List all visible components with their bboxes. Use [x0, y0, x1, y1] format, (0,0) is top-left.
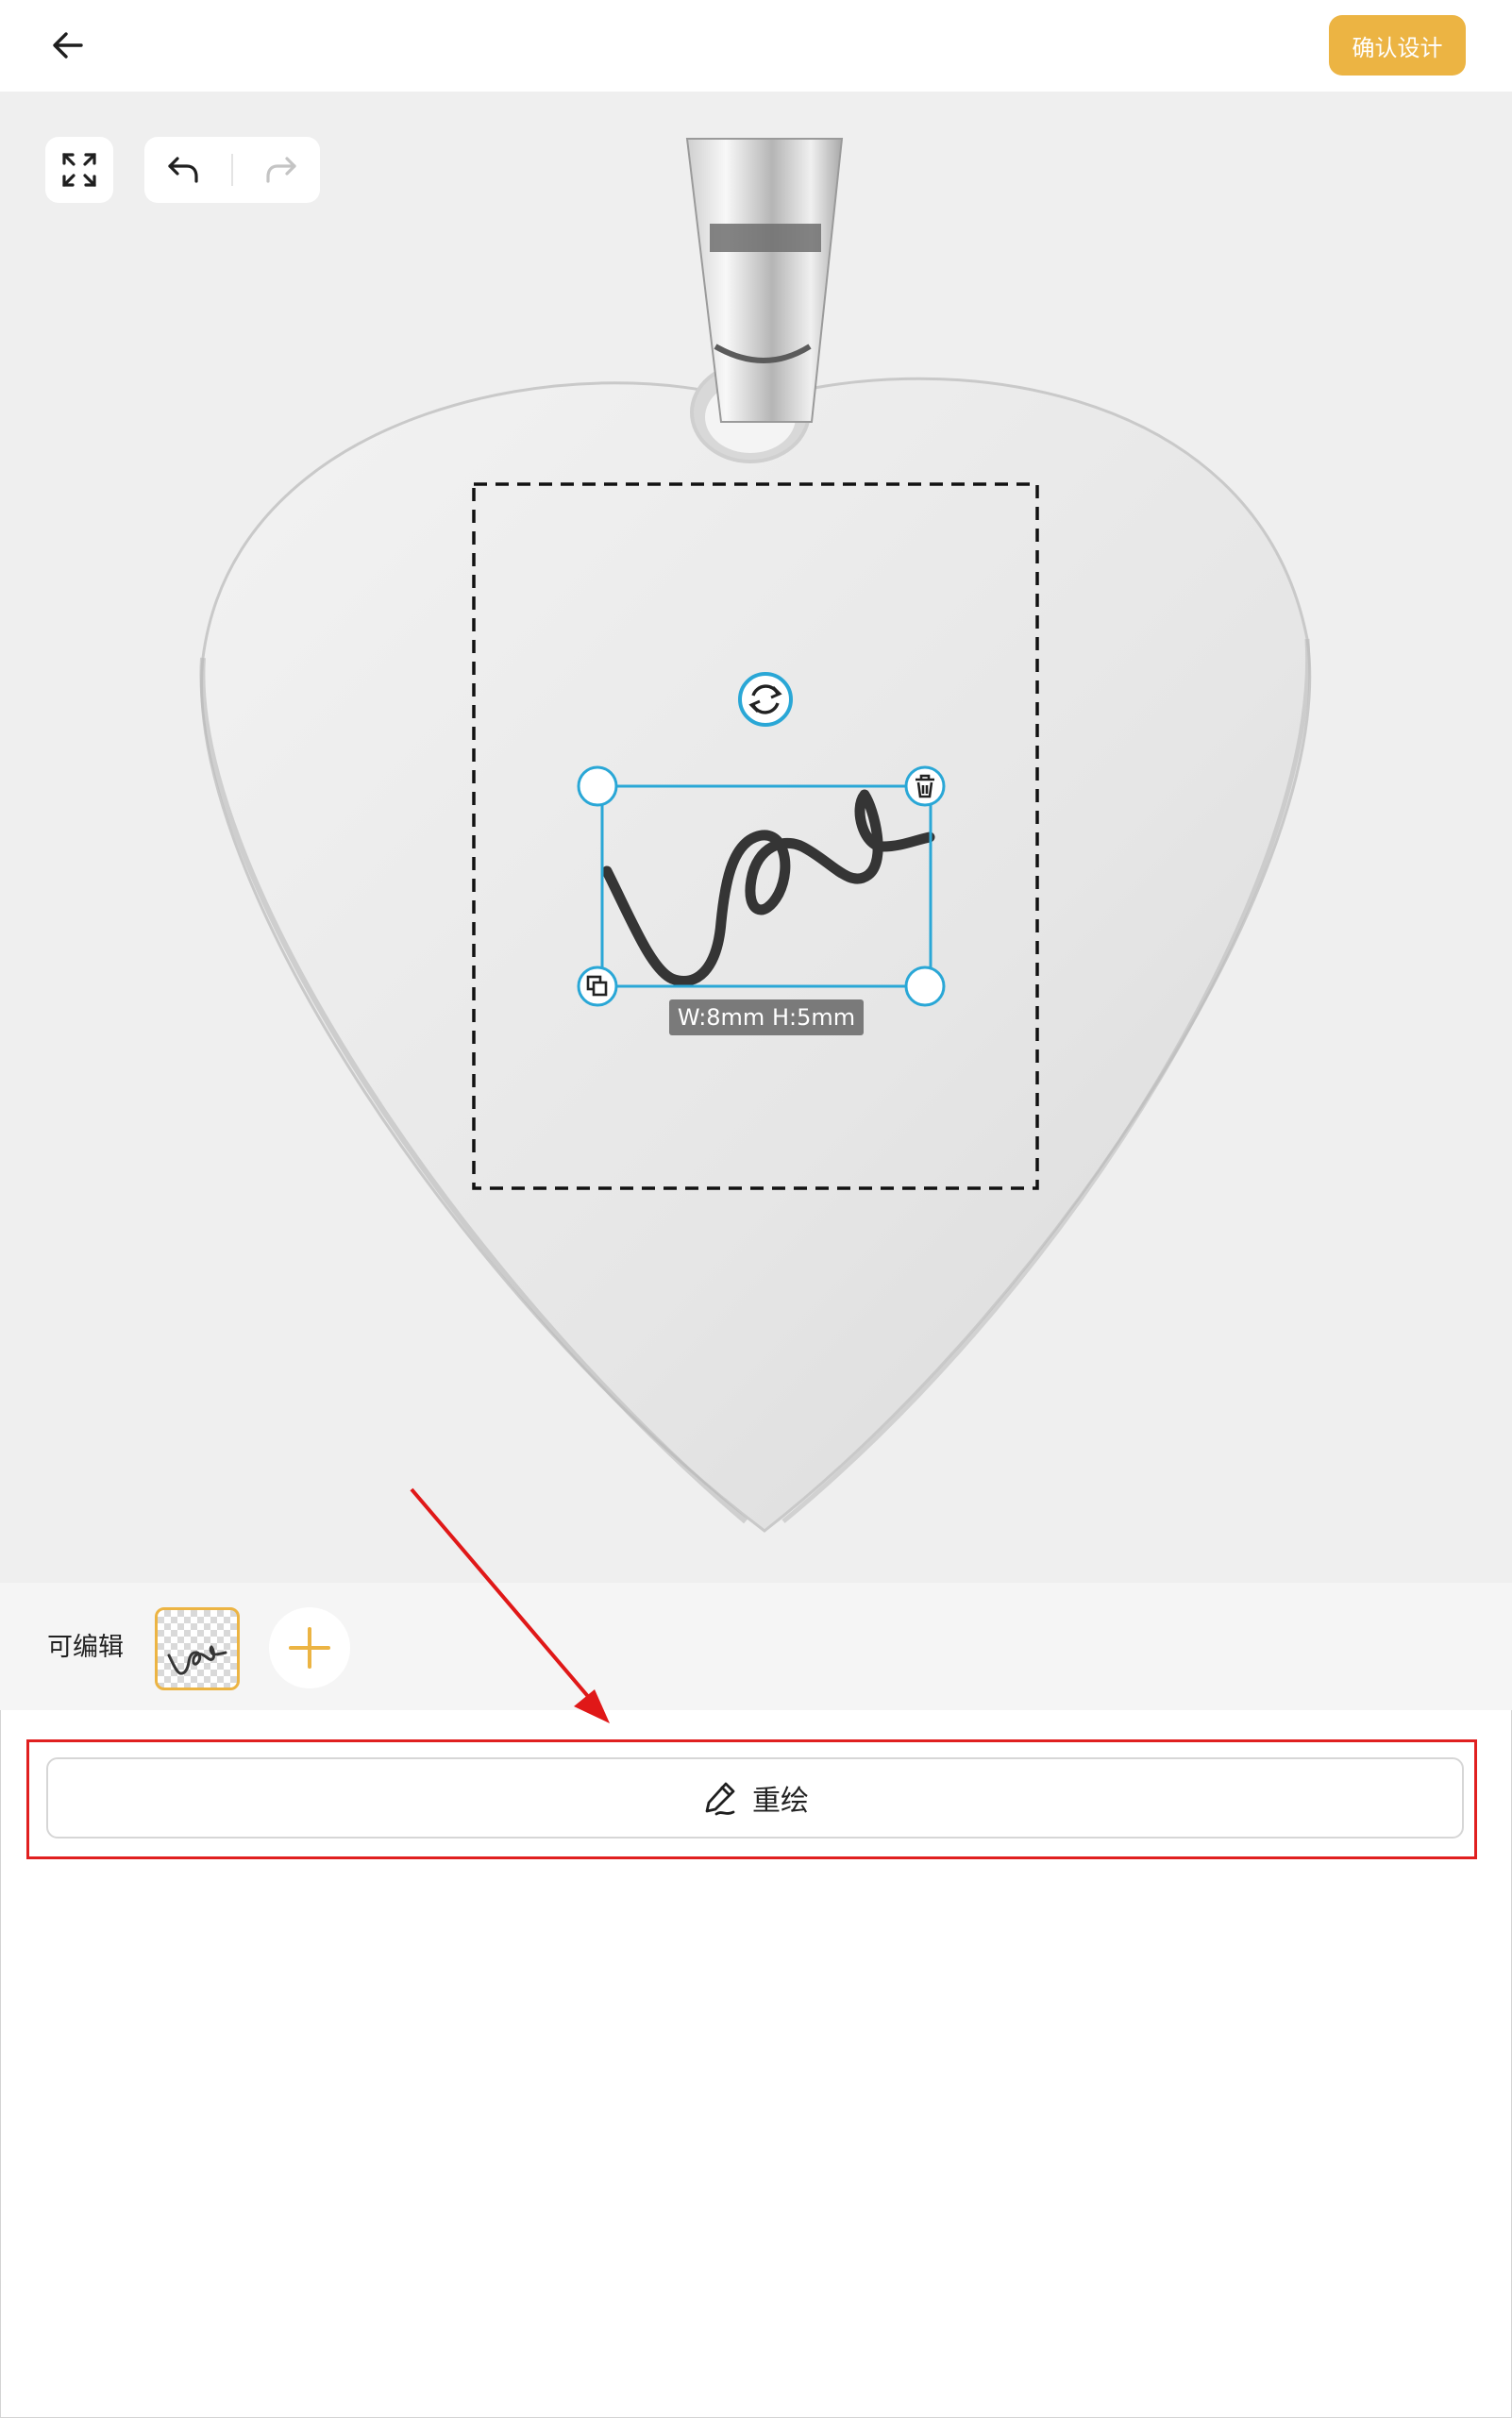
history-divider	[230, 154, 233, 186]
expand-icon	[62, 153, 96, 187]
selection-size-label: W:8mm H:5mm	[669, 999, 864, 1035]
pendant-preview	[199, 138, 1312, 1533]
rotate-handle[interactable]	[738, 672, 793, 727]
plus-icon	[289, 1627, 330, 1669]
editable-layers-label: 可编辑	[47, 1633, 124, 1662]
delete-handle[interactable]	[904, 765, 946, 807]
resize-handle-top-left	[577, 765, 618, 807]
add-layer-button[interactable]	[269, 1607, 350, 1688]
history-controls	[144, 137, 320, 203]
confirm-design-button[interactable]: 确认设计	[1329, 15, 1466, 76]
signature-thumbnail	[167, 1645, 227, 1675]
undo-button[interactable]	[155, 142, 211, 198]
undo-icon	[168, 157, 198, 183]
pencil-icon	[705, 1782, 735, 1816]
redo-icon	[266, 157, 296, 183]
back-button[interactable]	[43, 21, 92, 70]
pendant-body	[200, 377, 1312, 1533]
layer-thumbnail[interactable]	[155, 1607, 240, 1690]
design-canvas[interactable]: W:8mm H:5mm	[0, 92, 1512, 1583]
redraw-button[interactable]: 重绘	[46, 1757, 1464, 1839]
redo-button[interactable]	[253, 142, 310, 198]
redraw-label: 重绘	[752, 1785, 809, 1818]
layer-strip: 可编辑	[0, 1583, 1512, 1710]
resize-handle-bottom-right	[904, 966, 946, 1007]
fit-screen-button[interactable]	[45, 137, 113, 203]
top-bar: 确认设计	[0, 0, 1512, 92]
duplicate-handle[interactable]	[577, 966, 618, 1007]
arrow-left-icon	[53, 32, 83, 59]
